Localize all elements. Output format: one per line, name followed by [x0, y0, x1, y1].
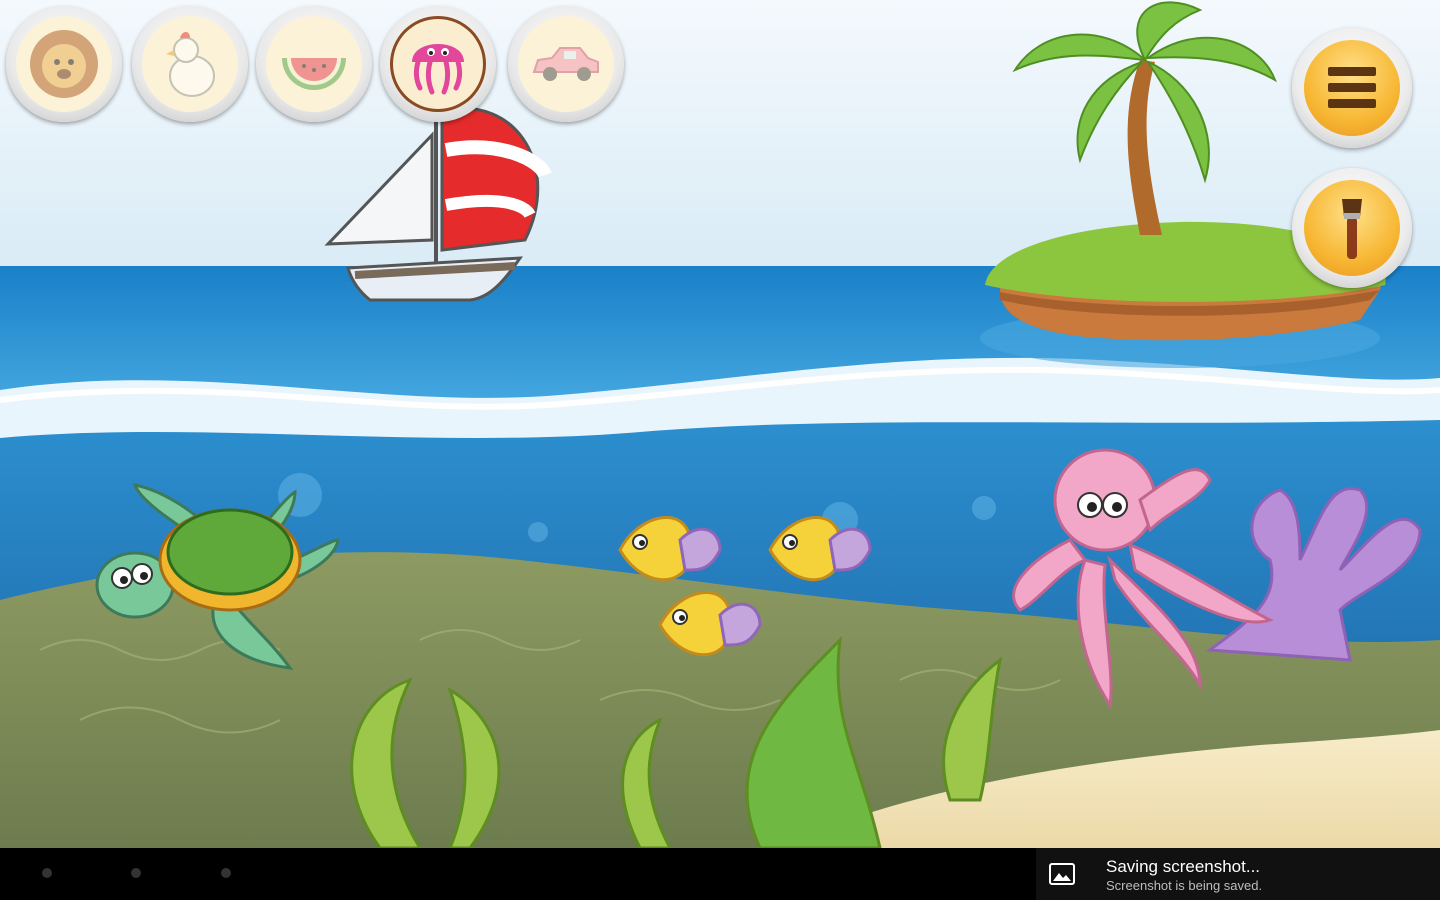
paint-button[interactable] — [1292, 168, 1412, 288]
menu-icon — [1328, 67, 1376, 108]
car-icon — [532, 47, 599, 81]
notification-subtitle: Screenshot is being saved. — [1106, 878, 1263, 893]
category-button-sea[interactable] — [380, 6, 496, 122]
category-button-food[interactable] — [256, 6, 372, 122]
notification-title: Saving screenshot... — [1106, 857, 1261, 876]
chicken-icon — [166, 32, 215, 97]
menu-button[interactable] — [1292, 28, 1412, 148]
back-button[interactable] — [42, 868, 52, 878]
ocean-background — [0, 0, 1440, 848]
lion-icon — [30, 30, 98, 98]
watermelon-icon — [282, 58, 346, 90]
screenshot-notification[interactable]: Saving screenshot... Screenshot is being… — [1036, 848, 1440, 900]
image-icon — [1049, 863, 1075, 885]
game-scene[interactable] — [0, 0, 1440, 848]
recents-button[interactable] — [221, 868, 231, 878]
paintbrush-icon — [1342, 199, 1362, 259]
jellyfish-icon — [412, 44, 464, 95]
home-button[interactable] — [131, 868, 141, 878]
category-button-animals[interactable] — [6, 6, 122, 122]
category-button-farm[interactable] — [132, 6, 248, 122]
category-button-vehicles[interactable] — [508, 6, 624, 122]
